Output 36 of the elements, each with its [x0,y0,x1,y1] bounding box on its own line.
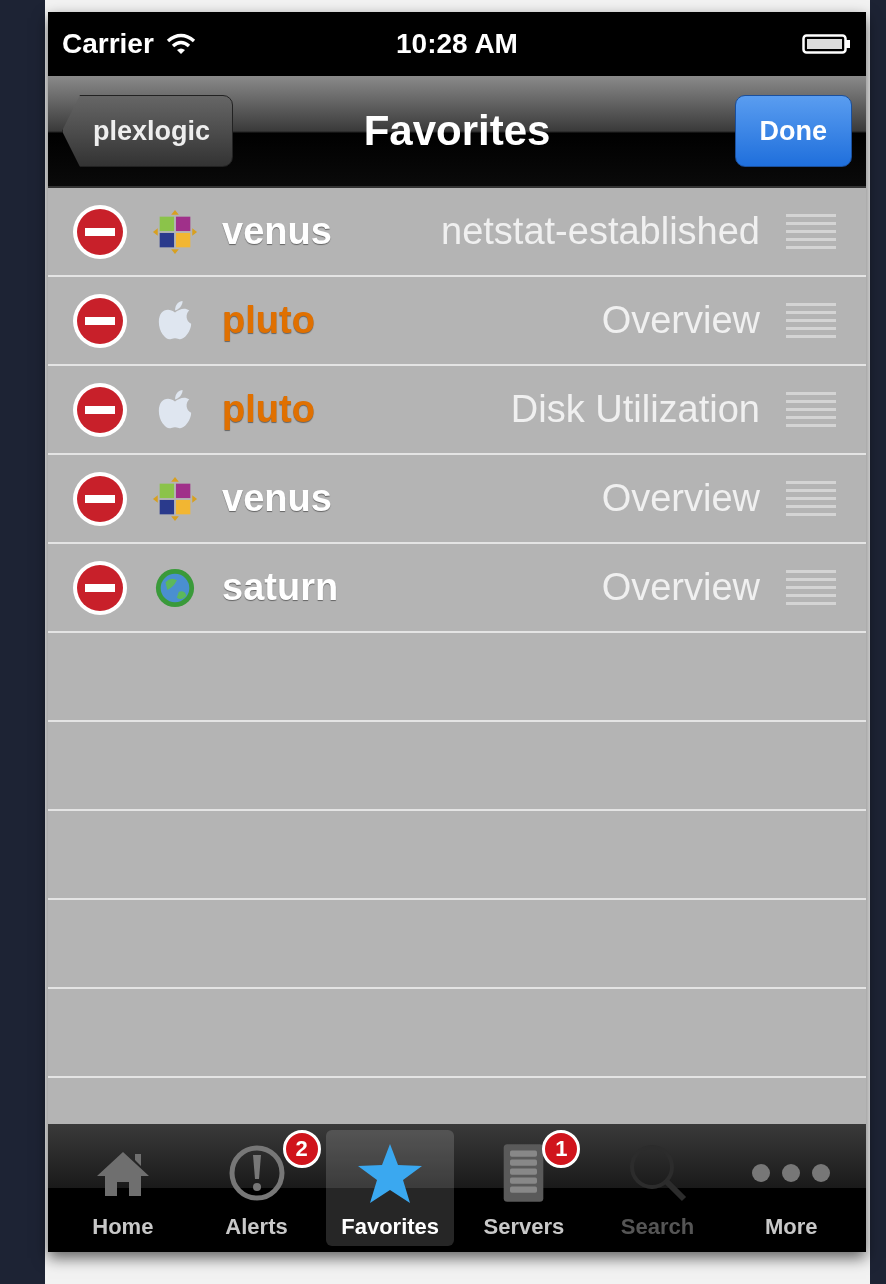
screen-title: Favorites [363,107,551,155]
count-badge: 1 [542,1130,581,1168]
more-icon [751,1163,832,1183]
tab-item[interactable]: More [727,1130,856,1246]
grid-logo-icon [152,208,198,255]
server-name: saturn [222,566,339,609]
back-button[interactable]: plexlogic [62,95,234,167]
battery-icon [802,33,852,55]
view-name: Overview [601,299,760,342]
carrier-label: Carrier [62,28,154,60]
globe-icon [154,566,196,609]
count-badge: 2 [282,1130,321,1168]
tab-item[interactable]: Favorites [326,1130,454,1246]
reorder-handle-icon[interactable] [786,389,836,430]
server-name: venus [222,477,332,520]
view-name: netstat-established [441,210,760,253]
reorder-handle-icon[interactable] [786,300,836,341]
server-name: pluto [222,299,315,342]
reorder-handle-icon[interactable] [786,478,836,519]
favorite-row[interactable]: venus Overview [48,455,866,544]
tab-item[interactable]: 2 Alerts [192,1130,321,1246]
reorder-handle-icon[interactable] [786,567,836,608]
reorder-handle-icon[interactable] [786,211,836,252]
favorite-row[interactable]: venus netstat-established [48,188,866,277]
done-button[interactable]: Done [734,95,852,167]
server-name: pluto [222,388,315,431]
clock-time: 10:28 AM [396,28,518,60]
server-name: venus [222,210,332,253]
view-name: Overview [601,566,760,609]
wifi-icon [165,33,196,55]
tab-item[interactable]: 1 Servers [460,1130,588,1246]
favorite-row[interactable]: saturn Overview [48,544,866,633]
grid-logo-icon [152,475,198,522]
view-name: Disk Utilization [510,388,760,431]
tab-item[interactable]: Home [59,1130,187,1246]
view-name: Overview [601,477,760,520]
